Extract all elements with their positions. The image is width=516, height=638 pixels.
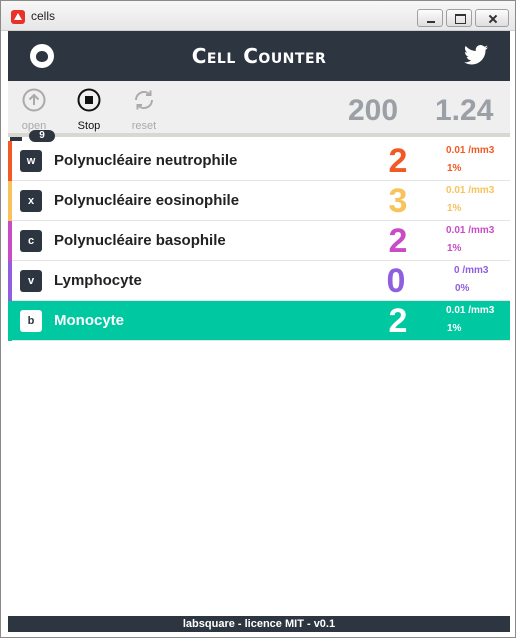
toolbar: open Stop reset 200 1.24 <box>8 81 510 137</box>
ratio-value: 1.24 <box>435 94 494 127</box>
open-button[interactable]: open <box>12 88 56 132</box>
cell-name: Polynucléaire eosinophile <box>54 192 240 209</box>
shortcut-key: b <box>20 310 42 332</box>
progress-badge: 9 <box>29 130 55 142</box>
stop-button[interactable]: Stop <box>67 88 111 132</box>
progress-bar <box>10 137 22 141</box>
shortcut-key: v <box>20 270 42 292</box>
cell-count: 3 <box>388 182 408 220</box>
close-button[interactable] <box>475 9 509 27</box>
cell-concentration: 0 /mm3 <box>454 265 489 276</box>
shortcut-key: w <box>20 150 42 172</box>
window-titlebar: cells <box>1 1 515 31</box>
upload-icon <box>22 88 46 112</box>
cell-row-eosinophile[interactable]: x Polynucléaire eosinophile 3 0.01 /mm3 … <box>8 181 510 221</box>
cell-concentration: 0.01 /mm3 <box>446 305 495 316</box>
row-color-bar <box>8 181 12 221</box>
row-color-bar <box>8 221 12 261</box>
footer: labsquare - licence MIT - v0.1 <box>8 616 510 632</box>
reset-button[interactable]: reset <box>122 88 166 132</box>
app-logo-icon <box>11 10 25 24</box>
cell-count: 0 <box>386 262 406 300</box>
minimize-button[interactable] <box>417 9 443 27</box>
cell-concentration: 0.01 /mm3 <box>446 225 495 236</box>
cell-row-monocyte[interactable]: b Monocyte 2 0.01 /mm3 1% <box>8 301 510 341</box>
cell-count: 2 <box>388 302 408 340</box>
cell-concentration: 0.01 /mm3 <box>446 145 495 156</box>
cell-list: w Polynucléaire neutrophile 2 0.01 /mm3 … <box>8 141 510 341</box>
cell-name: Monocyte <box>54 312 125 329</box>
refresh-icon <box>135 90 153 110</box>
cell-count: 2 <box>388 222 408 260</box>
cell-percentage: 0% <box>455 283 470 294</box>
row-color-bar <box>8 261 12 301</box>
cell-concentration: 0.01 /mm3 <box>446 185 495 196</box>
cell-name: Lymphocyte <box>54 272 142 289</box>
app-title: Cell Counter <box>191 44 327 68</box>
window-title: cells <box>31 9 56 23</box>
app-header: Cell Counter <box>8 31 510 81</box>
cell-row-neutrophile[interactable]: w Polynucléaire neutrophile 2 0.01 /mm3 … <box>8 141 510 181</box>
row-color-bar <box>8 141 12 181</box>
cell-row-basophile[interactable]: c Polynucléaire basophile 2 0.01 /mm3 1% <box>8 221 510 261</box>
app-window: cells Cell Counter open Stop reset 200 1… <box>0 0 516 638</box>
window-controls <box>417 9 509 27</box>
cell-name: Polynucléaire neutrophile <box>54 152 238 169</box>
stop-label: Stop <box>77 120 101 132</box>
cell-row-lymphocyte[interactable]: v Lymphocyte 0 0 /mm3 0% <box>8 261 510 301</box>
cell-percentage: 1% <box>447 163 462 174</box>
cell-percentage: 1% <box>447 323 462 334</box>
total-count: 200 <box>348 94 399 127</box>
row-color-bar <box>8 301 12 341</box>
cell-count: 2 <box>388 142 408 180</box>
shortcut-key: x <box>20 190 42 212</box>
maximize-button[interactable] <box>446 9 472 27</box>
cell-percentage: 1% <box>447 243 462 254</box>
shortcut-key: c <box>20 230 42 252</box>
reset-label: reset <box>131 120 157 132</box>
twitter-icon[interactable] <box>464 45 488 65</box>
cell-name: Polynucléaire basophile <box>54 232 226 249</box>
stop-icon <box>77 88 101 112</box>
cell-percentage: 1% <box>447 203 462 214</box>
